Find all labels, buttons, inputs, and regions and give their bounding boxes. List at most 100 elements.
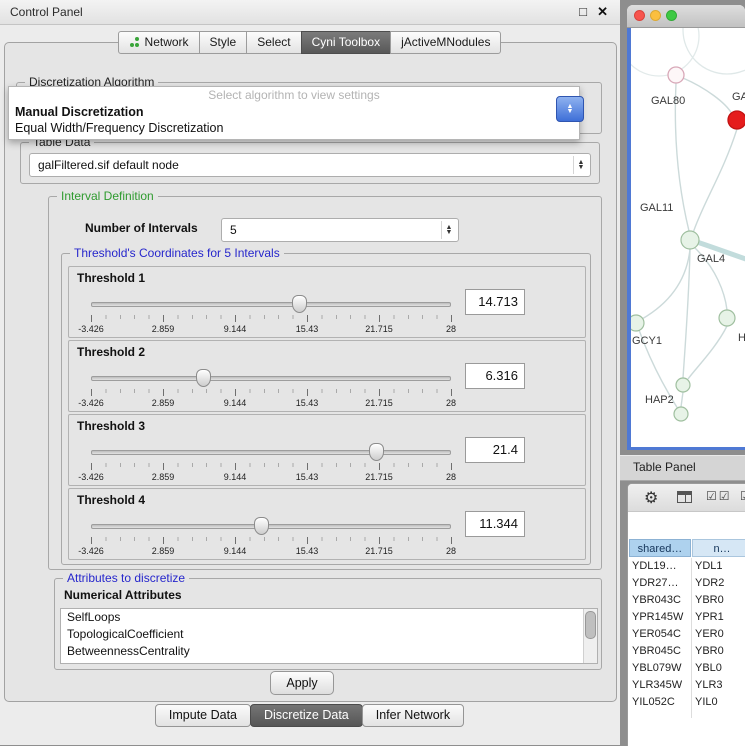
tab-infer-network[interactable]: Infer Network — [362, 704, 464, 727]
network-node[interactable] — [676, 378, 690, 392]
gear-icon[interactable]: ⚙ — [644, 488, 658, 508]
tab-discretize-data[interactable]: Discretize Data — [250, 704, 363, 727]
window-title: Control Panel — [10, 5, 83, 19]
node-label: GA — [732, 91, 745, 103]
slider-track[interactable] — [91, 524, 451, 529]
tab-network[interactable]: Network — [118, 31, 200, 54]
column-header-name[interactable]: n… — [692, 539, 745, 557]
network-node[interactable] — [668, 67, 684, 83]
cell: YIL052C — [632, 694, 690, 711]
threshold-2-slider[interactable] — [91, 369, 451, 387]
table-data-select[interactable]: galFiltered.sif default node ▲▼ — [29, 153, 591, 177]
interval-definition-legend: Interval Definition — [57, 189, 158, 203]
threshold-2-label: Threshold 2 — [77, 345, 145, 359]
table-row[interactable]: YLR345WYLR3 — [629, 677, 745, 694]
numerical-attributes-label: Numerical Attributes — [64, 588, 182, 602]
slider-ticks — [91, 463, 452, 470]
dropdown-item-equal-width[interactable]: Equal Width/Frequency Discretization — [9, 120, 579, 136]
slider-track[interactable] — [91, 376, 451, 381]
close-button[interactable] — [634, 10, 645, 21]
column-header-shared-name[interactable]: shared… — [629, 539, 691, 557]
threshold-4-slider[interactable] — [91, 517, 451, 535]
network-node-selected[interactable] — [728, 111, 745, 129]
table-row[interactable]: YDR27…YDR2 — [629, 575, 745, 592]
tab-cyni-toolbox[interactable]: Cyni Toolbox — [301, 31, 391, 54]
threshold-1-value-input[interactable]: 14.713 — [465, 289, 525, 315]
threshold-1-slider[interactable] — [91, 295, 451, 313]
table-row[interactable]: YPR145WYPR1 — [629, 609, 745, 626]
cell: YBR0 — [695, 592, 745, 609]
threshold-3-value-input[interactable]: 21.4 — [465, 437, 525, 463]
control-panel-window: Control Panel □ ✕ Network Style Select C… — [0, 0, 620, 745]
tab-impute-data[interactable]: Impute Data — [155, 704, 251, 727]
slider-thumb[interactable] — [196, 369, 211, 387]
tab-jactivemodules[interactable]: jActiveMNodules — [390, 31, 501, 54]
select-all-icon[interactable]: ☑ — [740, 489, 745, 503]
network-node[interactable] — [719, 310, 735, 326]
scale-label: 15.43 — [296, 324, 319, 334]
network-edge — [642, 249, 690, 319]
scale-label: 9.144 — [224, 472, 247, 482]
network-node[interactable] — [674, 407, 688, 421]
select-columns-icons[interactable]: ☑☑ — [706, 489, 732, 503]
float-window-icon[interactable]: □ — [579, 4, 587, 19]
table-row[interactable]: YDL19…YDL1 — [629, 558, 745, 575]
network-node[interactable] — [631, 315, 644, 331]
network-canvas[interactable]: GAL80 GA GAL11 GAL4 GCY1 H HAP2 — [631, 28, 745, 447]
control-panel-titlebar: Control Panel □ ✕ — [0, 0, 620, 25]
table-row[interactable]: YER054CYER0 — [629, 626, 745, 643]
cell: YDR27… — [632, 575, 690, 592]
scale-label: 2.859 — [152, 472, 175, 482]
slider-ticks — [91, 389, 452, 396]
scale-label: 15.43 — [296, 472, 319, 482]
attributes-legend: Attributes to discretize — [63, 571, 189, 585]
threshold-4-value-input[interactable]: 11.344 — [465, 511, 525, 537]
network-node[interactable] — [681, 231, 699, 249]
algorithm-dropdown-popup: Select algorithm to view settings Manual… — [8, 86, 580, 140]
threshold-coordinates-fieldset: Threshold's Coordinates for 5 Intervals … — [61, 253, 591, 565]
number-of-intervals-select[interactable]: 5 ▲▼ — [221, 218, 459, 242]
network-edge — [683, 28, 745, 74]
tab-cyni-label: Cyni Toolbox — [312, 35, 380, 49]
threshold-3-panel: Threshold 3 21.4 -3.426 2.859 9.144 15.4… — [68, 414, 586, 486]
scale-label: 21.715 — [365, 472, 393, 482]
slider-track[interactable] — [91, 450, 451, 455]
number-of-intervals-label: Number of Intervals — [85, 221, 198, 235]
zoom-button[interactable] — [666, 10, 677, 21]
algorithm-combo-button[interactable]: ▲▼ — [556, 96, 584, 122]
node-label: HAP2 — [645, 394, 674, 406]
columns-icon[interactable] — [677, 491, 692, 503]
threshold-3-slider[interactable] — [91, 443, 451, 461]
close-icon[interactable]: ✕ — [597, 4, 608, 20]
interval-definition-fieldset: Interval Definition Number of Intervals … — [48, 196, 602, 570]
cell: YBL0 — [695, 660, 745, 677]
slider-thumb[interactable] — [369, 443, 384, 461]
cell: YBR045C — [632, 643, 690, 660]
table-row[interactable]: YBL079WYBL0 — [629, 660, 745, 677]
slider-track[interactable] — [91, 302, 451, 307]
scale-label: -3.426 — [78, 472, 104, 482]
network-edge — [688, 326, 727, 379]
dropdown-item-manual-discretization[interactable]: Manual Discretization — [9, 104, 579, 120]
minimize-button[interactable] — [650, 10, 661, 21]
table-data-fieldset: Table Data galFiltered.sif default node … — [20, 142, 600, 184]
threshold-2-value-input[interactable]: 6.316 — [465, 363, 525, 389]
list-item[interactable]: TopologicalCoefficient — [61, 626, 597, 643]
list-scrollbar[interactable] — [583, 609, 597, 663]
list-item[interactable]: SelfLoops — [61, 609, 597, 626]
slider-scale: -3.426 2.859 9.144 15.43 21.715 28 — [91, 398, 452, 408]
tab-network-label: Network — [145, 35, 189, 49]
table-row[interactable]: YBR043CYBR0 — [629, 592, 745, 609]
network-edge — [681, 392, 683, 407]
dropdown-placeholder-item: Select algorithm to view settings — [9, 87, 579, 104]
tab-select[interactable]: Select — [246, 31, 301, 54]
tab-style[interactable]: Style — [199, 31, 248, 54]
slider-thumb[interactable] — [254, 517, 269, 535]
table-row[interactable]: YBR045CYBR0 — [629, 643, 745, 660]
slider-thumb[interactable] — [292, 295, 307, 313]
table-row[interactable]: YIL052CYIL0 — [629, 694, 745, 711]
scrollbar-thumb[interactable] — [585, 611, 596, 639]
apply-button[interactable]: Apply — [270, 671, 334, 695]
list-item[interactable]: BetweennessCentrality — [61, 643, 597, 660]
slider-scale: -3.426 2.859 9.144 15.43 21.715 28 — [91, 546, 452, 556]
